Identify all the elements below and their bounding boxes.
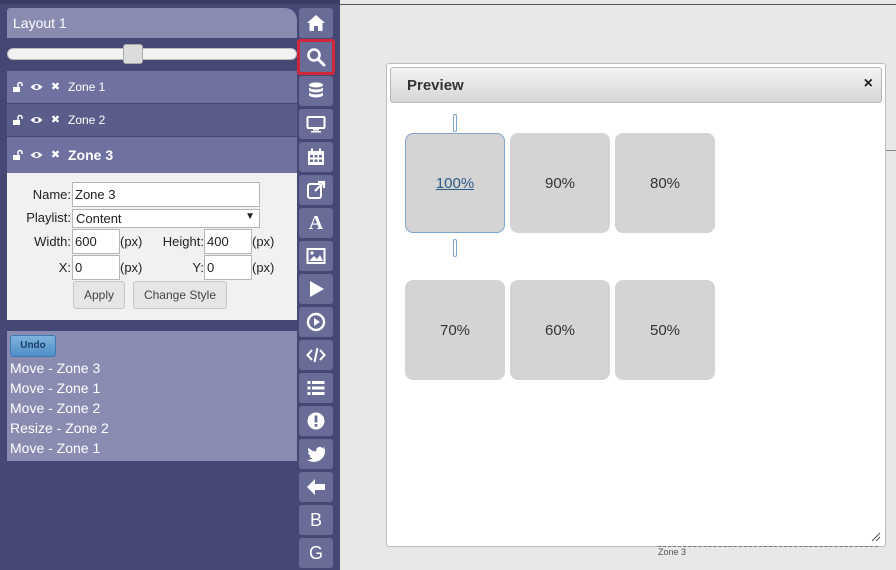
panel-top-border [0,0,340,4]
history-item[interactable]: Move - Zone 3 [10,360,100,376]
back-button[interactable] [299,472,333,502]
close-icon[interactable]: × [864,75,873,93]
preview-dialog: Preview × 100% 90% 80% 70% 60% 50% [386,63,886,547]
alert-icon [307,412,325,430]
preview-title: Preview [407,77,464,94]
list-icon [307,381,325,395]
canvas-guide-line [886,150,896,151]
alert-button[interactable] [299,406,333,436]
zone-properties-form: Name: Playlist: Content ▼ Width: (px) He… [7,173,297,320]
y-label: Y: [192,260,204,275]
image-icon [306,248,326,264]
change-style-button[interactable]: Change Style [133,281,227,309]
monitor-icon [306,116,326,133]
zone-name: Zone 2 [68,113,106,127]
list-button[interactable] [299,373,333,403]
layout-title: Layout 1 [7,8,297,38]
zone-name: Zone 1 [68,80,106,94]
close-icon[interactable]: ✖ [49,149,62,161]
close-icon[interactable]: ✖ [49,114,62,126]
b-button[interactable]: B [299,505,333,535]
history-item[interactable]: Move - Zone 1 [10,380,100,396]
home-icon [307,15,325,31]
image-button[interactable] [299,241,333,271]
external-link-icon [307,180,326,199]
twitter-button[interactable] [299,439,333,469]
height-input[interactable] [204,229,252,254]
resize-grip-icon[interactable] [871,532,881,542]
play-circle-icon [306,312,326,332]
zone-row-3[interactable]: ✖ Zone 3 [7,137,297,173]
home-button[interactable] [299,8,333,38]
zone-name-input[interactable] [72,182,260,207]
g-icon: G [308,542,323,563]
external-link-button[interactable] [299,175,333,205]
resize-handle-top[interactable] [453,114,457,132]
chevron-down-icon: ▼ [245,211,255,222]
unlock-icon[interactable] [11,81,24,93]
twitter-icon [307,446,326,462]
preview-header[interactable]: Preview × [390,67,882,103]
zoom-slider-track[interactable] [7,48,297,60]
width-input[interactable] [72,229,120,254]
width-label: Width: [34,234,71,249]
database-icon [309,82,323,98]
y-input[interactable] [204,255,252,280]
name-label: Name: [32,187,71,202]
eye-icon[interactable] [30,81,43,93]
zoom-option-90[interactable]: 90% [510,133,610,233]
display-button[interactable] [299,109,333,139]
unlock-icon[interactable] [11,149,24,161]
height-label: Height: [162,234,204,249]
canvas-border [340,4,896,5]
calendar-icon [308,148,324,165]
history-item[interactable]: Resize - Zone 2 [10,420,109,436]
zoom-slider-handle[interactable] [123,44,143,64]
resize-handle-bottom[interactable] [453,239,457,257]
eye-icon[interactable] [30,114,43,126]
arrow-left-icon [307,479,325,495]
history-panel: Undo Move - Zone 3 Move - Zone 1 Move - … [7,331,297,461]
database-button[interactable] [299,76,333,106]
video-button[interactable] [299,307,333,337]
g-button[interactable]: G [299,538,333,568]
history-item[interactable]: Move - Zone 2 [10,400,100,416]
undo-button[interactable]: Undo [10,335,56,357]
history-item[interactable]: Move - Zone 1 [10,440,100,456]
zone-row-2[interactable]: ✖ Zone 2 [7,104,297,136]
height-unit: (px) [252,234,275,249]
zone-row-1[interactable]: ✖ Zone 1 [7,71,297,103]
search-button[interactable] [297,39,335,75]
y-unit: (px) [252,260,275,275]
unlock-icon[interactable] [11,114,24,126]
layout-panel: Layout 1 ✖ Zone 1 ✖ Zone 2 ✖ Zone 3 Name… [0,0,340,570]
zone-ghost-label: Zone 3 [658,546,878,557]
b-icon: B [309,509,322,530]
code-icon [306,347,326,363]
text-button[interactable]: A [299,208,333,238]
playlist-selected-value: Content [76,211,122,226]
zoom-option-70[interactable]: 70% [405,280,505,380]
play-icon [310,281,324,297]
width-unit: (px) [120,234,143,249]
code-button[interactable] [299,340,333,370]
playlist-label: Playlist: [26,210,71,225]
zone-name: Zone 3 [68,147,114,163]
eye-icon[interactable] [30,149,43,161]
play-button[interactable] [299,274,333,304]
close-icon[interactable]: ✖ [49,81,62,93]
calendar-button[interactable] [299,142,333,172]
text-icon: A [308,211,324,234]
playlist-select[interactable]: Content ▼ [72,209,260,228]
x-input[interactable] [72,255,120,280]
apply-button[interactable]: Apply [73,281,125,309]
zoom-slider[interactable] [7,40,297,70]
zoom-option-80[interactable]: 80% [615,133,715,233]
x-label: X: [58,260,71,275]
zoom-option-50[interactable]: 50% [615,280,715,380]
x-unit: (px) [120,260,143,275]
search-icon [307,48,326,67]
zoom-option-100[interactable]: 100% [405,133,505,233]
zoom-option-60[interactable]: 60% [510,280,610,380]
